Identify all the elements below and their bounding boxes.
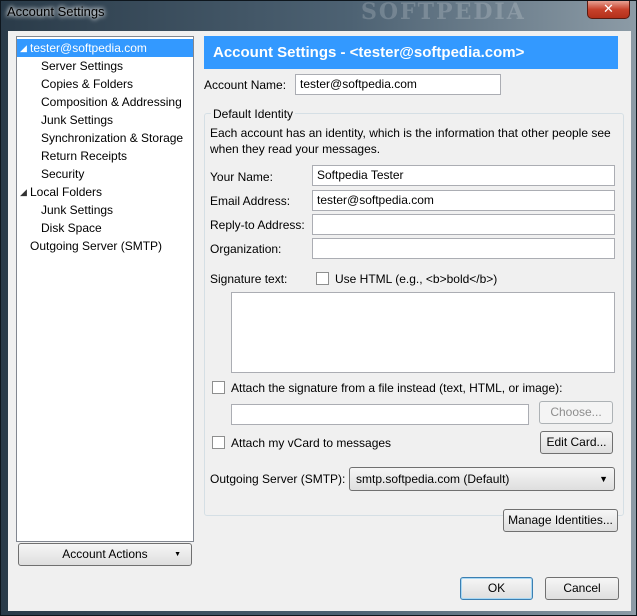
attach-vcard-label: Attach my vCard to messages bbox=[231, 436, 392, 450]
signature-textarea[interactable] bbox=[231, 292, 615, 373]
account-name-field[interactable]: tester@softpedia.com bbox=[295, 74, 501, 95]
outgoing-server-value: smtp.softpedia.com (Default) bbox=[356, 472, 510, 486]
reply-to-label: Reply-to Address: bbox=[210, 218, 305, 232]
tree-item[interactable]: ◢ tester@softpedia.com bbox=[17, 39, 193, 57]
tree-item[interactable]: Security bbox=[17, 165, 193, 183]
tree-item-label: Synchronization & Storage bbox=[41, 131, 184, 145]
tree-item-label: Junk Settings bbox=[41, 113, 114, 127]
page-title: Account Settings - <tester@softpedia.com… bbox=[204, 36, 618, 69]
tree-item-label: Junk Settings bbox=[41, 203, 114, 217]
tree-item[interactable]: Return Receipts bbox=[17, 147, 193, 165]
tree-item[interactable]: Junk Settings bbox=[17, 111, 193, 129]
email-address-label: Email Address: bbox=[210, 194, 291, 208]
expand-arrow-icon[interactable]: ◢ bbox=[20, 39, 27, 57]
manage-identities-button[interactable]: Manage Identities... bbox=[503, 509, 618, 532]
account-name-label: Account Name: bbox=[204, 78, 287, 92]
identity-description: Each account has an identity, which is t… bbox=[210, 126, 611, 156]
tree-item-label: Security bbox=[41, 167, 85, 181]
outgoing-server-select[interactable]: smtp.softpedia.com (Default) ▼ bbox=[349, 467, 615, 491]
attach-signature-checkbox[interactable] bbox=[212, 381, 225, 394]
cancel-button[interactable]: Cancel bbox=[545, 577, 619, 600]
softpedia-watermark: SOFTPEDIA bbox=[361, 0, 526, 25]
tree-item-label: tester@softpedia.com bbox=[30, 41, 147, 55]
use-html-label: Use HTML (e.g., <b>bold</b>) bbox=[335, 272, 498, 286]
tree-item[interactable]: Synchronization & Storage bbox=[17, 129, 193, 147]
tree-item-label: Return Receipts bbox=[41, 149, 128, 163]
edit-card-button[interactable]: Edit Card... bbox=[540, 431, 613, 454]
default-identity-legend: Default Identity bbox=[211, 107, 296, 121]
use-html-checkbox[interactable] bbox=[316, 272, 329, 285]
signature-file-field[interactable] bbox=[231, 404, 529, 425]
account-settings-window: Account Settings SOFTPEDIA ✕ ◢ tester@sof… bbox=[0, 0, 637, 616]
tree-item[interactable]: Composition & Addressing bbox=[17, 93, 193, 111]
tree-item[interactable]: Server Settings bbox=[17, 57, 193, 75]
attach-signature-label: Attach the signature from a file instead… bbox=[231, 381, 563, 395]
account-actions-button[interactable]: Account Actions ▼ bbox=[18, 543, 192, 566]
reply-to-field[interactable] bbox=[312, 214, 615, 235]
organization-label: Organization: bbox=[210, 242, 282, 256]
your-name-field[interactable]: Softpedia Tester bbox=[312, 165, 615, 186]
outgoing-server-label: Outgoing Server (SMTP): bbox=[210, 472, 346, 486]
tree-item-label: Local Folders bbox=[30, 185, 103, 199]
your-name-label: Your Name: bbox=[210, 170, 273, 184]
tree-item[interactable]: Copies & Folders bbox=[17, 75, 193, 93]
tree-item-label: Outgoing Server (SMTP) bbox=[30, 239, 163, 253]
tree-item-label: Server Settings bbox=[41, 59, 124, 73]
ok-button[interactable]: OK bbox=[460, 577, 533, 600]
dialog-client-area: ◢ tester@softpedia.com Server Settings Copi… bbox=[8, 31, 631, 611]
account-actions-label: Account Actions bbox=[62, 547, 148, 561]
close-button[interactable]: ✕ bbox=[587, 1, 630, 19]
attach-vcard-checkbox[interactable] bbox=[212, 436, 225, 449]
choose-file-button[interactable]: Choose... bbox=[539, 401, 613, 424]
tree-item-label: Composition & Addressing bbox=[41, 95, 182, 109]
account-tree[interactable]: ◢ tester@softpedia.com Server Settings Copi… bbox=[16, 36, 194, 542]
title-bar: Account Settings SOFTPEDIA ✕ bbox=[1, 0, 636, 25]
expand-arrow-icon[interactable]: ◢ bbox=[20, 183, 27, 201]
tree-item-label: Copies & Folders bbox=[41, 77, 134, 91]
signature-text-label: Signature text: bbox=[210, 272, 288, 286]
tree-item-label: Disk Space bbox=[41, 221, 102, 235]
tree-item[interactable]: Disk Space bbox=[17, 219, 193, 237]
email-address-field[interactable]: tester@softpedia.com bbox=[312, 190, 615, 211]
window-title: Account Settings bbox=[7, 4, 105, 19]
tree-item[interactable]: Junk Settings bbox=[17, 201, 193, 219]
organization-field[interactable] bbox=[312, 238, 615, 259]
chevron-down-icon: ▼ bbox=[174, 551, 181, 558]
tree-item[interactable]: Outgoing Server (SMTP) bbox=[17, 237, 193, 255]
chevron-down-icon: ▼ bbox=[599, 474, 608, 484]
tree-item[interactable]: ◢ Local Folders bbox=[17, 183, 193, 201]
